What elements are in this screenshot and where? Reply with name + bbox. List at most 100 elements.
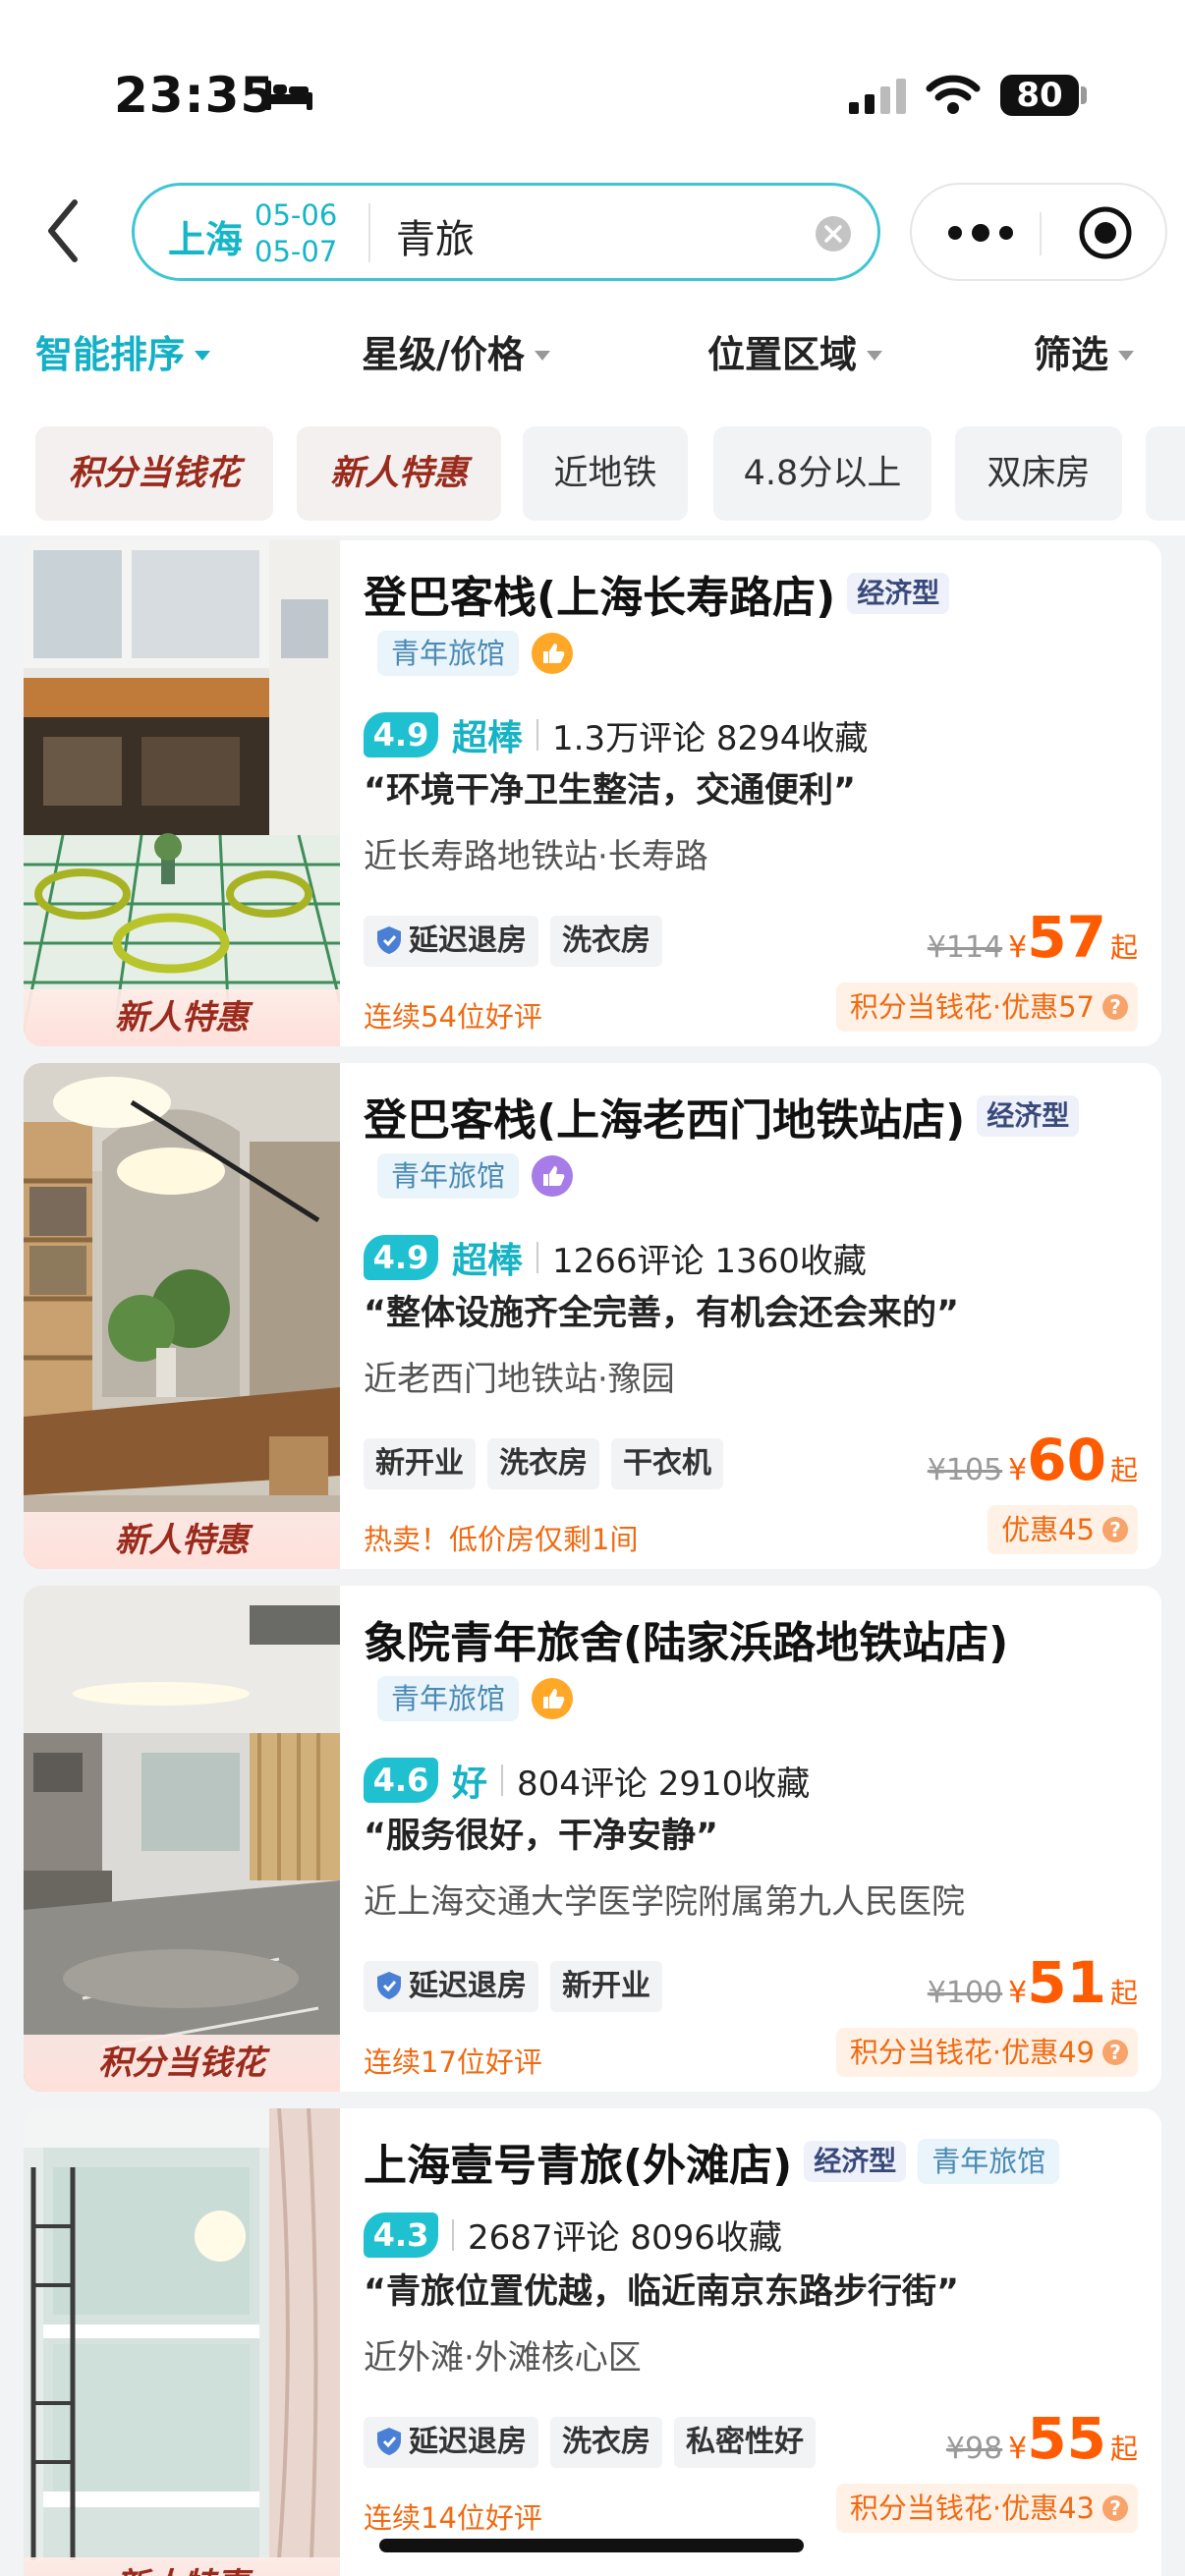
review-quote: “整体设施齐全完善，有机会还会来的” bbox=[364, 1294, 960, 1333]
battery-level: 80 bbox=[1000, 75, 1079, 116]
feature-tag: 干衣机 bbox=[611, 1438, 723, 1489]
discount-text: 优惠45 bbox=[1001, 1513, 1095, 1546]
battery-cap bbox=[1081, 86, 1087, 104]
clear-icon[interactable] bbox=[815, 215, 852, 252]
hotel-photo[interactable]: 新人特惠 bbox=[24, 540, 340, 1046]
review-quote: “青旅位置优越，临近南京东路步行街” bbox=[364, 2272, 960, 2312]
search-box[interactable]: 上海 05-06 05-07 青旅 bbox=[132, 183, 880, 281]
currency-symbol: ¥ bbox=[1008, 1453, 1028, 1487]
sort-star-price[interactable]: 星级/价格 bbox=[362, 324, 550, 378]
close-miniapp-icon[interactable] bbox=[1077, 204, 1134, 261]
feature-label: 延迟退房 bbox=[409, 924, 527, 958]
header-area: 23:35 80 上海 05-06 05-07 青旅 智能排序 星级/价格 位置… bbox=[0, 0, 1185, 535]
discount-text: 积分当钱花·优惠57 bbox=[849, 990, 1095, 1024]
current-price: 51 bbox=[1027, 1949, 1106, 2016]
title-row: 象院青年旅舍(陆家浜路地铁站店) bbox=[364, 1607, 1008, 1670]
hotel-location: 近长寿路地铁站·长寿路 bbox=[364, 837, 708, 876]
rating-divider bbox=[452, 2218, 454, 2251]
hotel-card[interactable]: 积分当钱花 象院青年旅舍(陆家浜路地铁站店) 青年旅馆 4.6 好 804评论 29… bbox=[24, 1586, 1161, 2092]
hotel-card[interactable]: 新人特惠 登巴客栈(上海老西门地铁站店) 经济型 青年旅馆 4.9 超棒 1266评论… bbox=[24, 1063, 1161, 1569]
rating-score: 4.9 bbox=[364, 1235, 438, 1280]
sort-smart[interactable]: 智能排序 bbox=[35, 324, 211, 378]
price-suffix: 起 bbox=[1109, 1977, 1138, 2009]
hotel-photo[interactable]: 新人特惠 bbox=[24, 2108, 340, 2576]
wifi-icon bbox=[926, 75, 981, 114]
hotel-note: 热卖！低价房仅剩1间 bbox=[364, 1523, 639, 1556]
currency-symbol: ¥ bbox=[1008, 930, 1028, 965]
help-icon[interactable]: ? bbox=[1102, 2495, 1128, 2521]
discount-badge[interactable]: 积分当钱花·优惠49? bbox=[835, 2028, 1138, 2077]
miniapp-capsule bbox=[910, 183, 1167, 281]
sort-smart-label: 智能排序 bbox=[35, 333, 186, 376]
discount-badge[interactable]: 积分当钱花·优惠57? bbox=[835, 982, 1138, 1032]
hotel-note: 连续54位好评 bbox=[364, 1000, 542, 1034]
hotel-info: 登巴客栈(上海老西门地铁站店) 经济型 青年旅馆 4.9 超棒 1266评论 1360… bbox=[364, 1063, 1138, 1569]
currency-symbol: ¥ bbox=[1008, 1976, 1028, 2010]
hotel-name: 登巴客栈(上海长寿路店) bbox=[364, 573, 836, 623]
sort-location[interactable]: 位置区域 bbox=[707, 324, 883, 378]
rating-row: 4.9 超棒 1.3万评论 8294收藏 bbox=[364, 709, 868, 760]
hotel-name: 登巴客栈(上海老西门地铁站店) bbox=[364, 1095, 966, 1146]
rating-row: 4.6 好 804评论 2910收藏 bbox=[364, 1755, 810, 1806]
rating-score: 4.3 bbox=[364, 2212, 438, 2258]
hotel-note: 连续17位好评 bbox=[364, 2045, 542, 2079]
hotel-category-tag: 青年旅馆 bbox=[377, 631, 520, 676]
hotel-card[interactable]: 新人特惠 登巴客栈(上海长寿路店) 经济型 青年旅馆 4.9 超棒 1.3万评论 82… bbox=[24, 540, 1161, 1046]
discount-badge[interactable]: 优惠45? bbox=[988, 1505, 1138, 1554]
price-box: ¥105 ¥60 起 bbox=[928, 1427, 1138, 1493]
hotel-photo-image bbox=[24, 1063, 340, 1569]
feature-tags: 延迟退房 洗衣房 私密性好 bbox=[364, 2417, 827, 2468]
date-selector[interactable]: 05-06 05-07 bbox=[254, 197, 337, 270]
rating-divider bbox=[536, 719, 539, 751]
back-icon[interactable] bbox=[39, 196, 88, 265]
chip-twin-room[interactable]: 双床房 bbox=[955, 426, 1122, 521]
help-icon[interactable]: ? bbox=[1102, 2040, 1128, 2065]
search-input[interactable]: 青旅 bbox=[396, 207, 475, 264]
feature-tag: 延迟退房 bbox=[364, 2417, 538, 2468]
review-quote: “服务很好，干净安静” bbox=[364, 1817, 719, 1856]
feature-tags: 延迟退房 新开业 bbox=[364, 1961, 674, 2012]
hotel-photo-image bbox=[24, 540, 340, 1046]
feature-tag: 洗衣房 bbox=[487, 1438, 599, 1489]
help-icon[interactable]: ? bbox=[1102, 994, 1128, 1020]
help-icon[interactable]: ? bbox=[1102, 1517, 1128, 1542]
more-icon[interactable] bbox=[945, 220, 1016, 246]
capsule-divider bbox=[1040, 212, 1042, 255]
hotel-category-tag: 青年旅馆 bbox=[377, 1153, 520, 1199]
title-row: 上海壹号青旅(外滩店) 经济型 青年旅馆 bbox=[364, 2130, 1060, 2193]
thumbs-up-icon bbox=[532, 633, 574, 674]
hotel-photo[interactable]: 新人特惠 bbox=[24, 1063, 340, 1569]
sort-bar: 智能排序 星级/价格 位置区域 筛选 bbox=[0, 314, 1185, 389]
title-row: 登巴客栈(上海老西门地铁站店) 经济型 bbox=[364, 1085, 1080, 1148]
rating-score: 4.6 bbox=[364, 1758, 438, 1803]
chip-more[interactable] bbox=[1146, 426, 1185, 521]
feature-tag: 洗衣房 bbox=[550, 2417, 662, 2468]
hotel-photo[interactable]: 积分当钱花 bbox=[24, 1586, 340, 2092]
chip-new-user[interactable]: 新人特惠 bbox=[297, 426, 501, 521]
review-stats: 1266评论 1360收藏 bbox=[552, 1241, 867, 1281]
current-price: 57 bbox=[1027, 904, 1106, 971]
price-box: ¥114 ¥57 起 bbox=[928, 904, 1138, 971]
feature-tags: 延迟退房 洗衣房 bbox=[364, 916, 674, 967]
discount-badge[interactable]: 积分当钱花·优惠43? bbox=[835, 2484, 1138, 2533]
home-indicator[interactable] bbox=[379, 2539, 804, 2552]
feature-label: 延迟退房 bbox=[409, 1969, 527, 2003]
shield-icon bbox=[377, 2427, 401, 2455]
hotel-location: 近老西门地铁站·豫园 bbox=[364, 1360, 675, 1399]
clock: 23:35 bbox=[114, 67, 276, 124]
hotel-category-tag: 青年旅馆 bbox=[918, 2139, 1060, 2184]
chip-near-metro[interactable]: 近地铁 bbox=[523, 426, 688, 521]
rating-score: 4.9 bbox=[364, 712, 438, 757]
cellular-signal-icon bbox=[849, 79, 906, 114]
city-selector[interactable]: 上海 bbox=[168, 209, 243, 263]
sort-filter[interactable]: 筛选 bbox=[1034, 324, 1135, 378]
discount-text: 积分当钱花·优惠49 bbox=[849, 2036, 1095, 2069]
status-bar: 23:35 80 bbox=[0, 0, 1185, 167]
hotel-card[interactable]: 新人特惠 上海壹号青旅(外滩店) 经济型青年旅馆 4.3 2687评论 8096收藏… bbox=[24, 2108, 1161, 2576]
chip-points[interactable]: 积分当钱花 bbox=[35, 426, 273, 521]
rating-row: 4.9 超棒 1266评论 1360收藏 bbox=[364, 1232, 867, 1283]
thumbs-up-icon bbox=[532, 1155, 574, 1197]
chip-rating[interactable]: 4.8分以上 bbox=[713, 426, 931, 521]
sort-star-price-label: 星级/价格 bbox=[362, 333, 525, 376]
original-price: ¥105 bbox=[927, 1453, 1003, 1487]
